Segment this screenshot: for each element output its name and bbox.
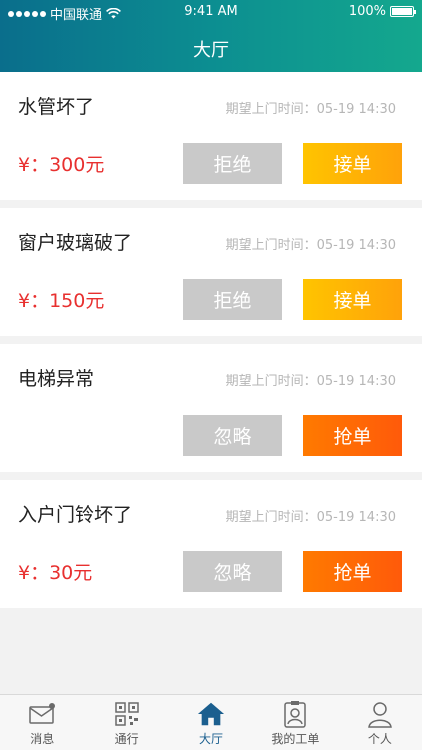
- order-name: 电梯异常: [18, 368, 95, 390]
- accept-button[interactable]: 接单: [303, 279, 402, 320]
- tab-profile[interactable]: 个人: [338, 695, 422, 750]
- tab-label: 通行: [114, 732, 139, 746]
- order-name: 入户门铃坏了: [18, 504, 133, 526]
- tab-messages[interactable]: 消息: [0, 695, 84, 750]
- message-icon: [28, 700, 56, 728]
- order-list: 水管坏了 期望上门时间：05-19 14:30 ¥：300元 拒绝 接单 窗户玻…: [0, 72, 422, 616]
- ignore-button[interactable]: 忽略: [183, 415, 282, 456]
- order-card: 窗户玻璃破了 期望上门时间：05-19 14:30 ¥：150元 拒绝 接单: [0, 208, 422, 336]
- grab-order-button[interactable]: 抢单: [303, 551, 402, 592]
- accept-button[interactable]: 接单: [303, 143, 402, 184]
- order-time: 期望上门时间：05-19 14:30: [225, 374, 396, 389]
- order-card: 水管坏了 期望上门时间：05-19 14:30 ¥：300元 拒绝 接单: [0, 72, 422, 200]
- tab-label: 我的工单: [271, 732, 320, 746]
- tab-access[interactable]: 通行: [84, 695, 168, 750]
- tab-my-orders[interactable]: 我的工单: [253, 695, 337, 750]
- ignore-button[interactable]: 忽略: [183, 551, 282, 592]
- clipboard-worker-icon: [281, 700, 309, 728]
- tab-label: 大厅: [199, 732, 224, 746]
- order-time: 期望上门时间：05-19 14:30: [225, 238, 396, 253]
- order-price: ¥：30元: [18, 562, 93, 584]
- order-price: ¥：150元: [18, 290, 105, 312]
- battery-percent: 100%: [348, 4, 386, 19]
- status-bar: 中国联通 9:41 AM 100%: [0, 0, 422, 24]
- tab-hall[interactable]: 大厅: [169, 695, 253, 750]
- order-price: ¥：300元: [18, 154, 105, 176]
- tab-label: 个人: [367, 732, 392, 746]
- order-card: 电梯异常 期望上门时间：05-19 14:30 忽略 抢单: [0, 344, 422, 472]
- person-icon: [366, 700, 394, 728]
- order-name: 水管坏了: [18, 96, 95, 118]
- app-header: 中国联通 9:41 AM 100% 大厅: [0, 0, 422, 72]
- tab-label: 消息: [30, 732, 55, 746]
- order-time: 期望上门时间：05-19 14:30: [225, 510, 396, 525]
- home-icon: [197, 700, 225, 728]
- tab-bar: 消息 通行 大厅 我的工单 个人: [0, 694, 422, 750]
- reject-button[interactable]: 拒绝: [183, 279, 282, 320]
- order-name: 窗户玻璃破了: [18, 232, 133, 254]
- order-card: 入户门铃坏了 期望上门时间：05-19 14:30 ¥：30元 忽略 抢单: [0, 480, 422, 608]
- battery-icon: [390, 6, 416, 17]
- qr-code-icon: [113, 700, 141, 728]
- order-time: 期望上门时间：05-19 14:30: [225, 102, 396, 117]
- reject-button[interactable]: 拒绝: [183, 143, 282, 184]
- grab-order-button[interactable]: 抢单: [303, 415, 402, 456]
- page-title: 大厅: [193, 40, 229, 61]
